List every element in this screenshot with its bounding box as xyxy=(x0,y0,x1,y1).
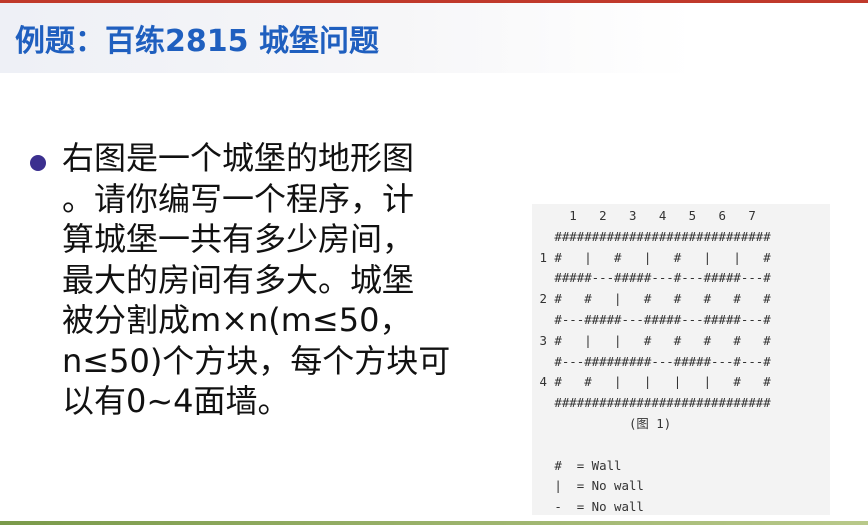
bottom-accent-rule xyxy=(0,521,868,525)
legend-no-wall-horizontal: - = No wall xyxy=(532,499,644,515)
slide-title: 例题：百练2815 城堡问题 xyxy=(15,24,379,59)
map-line-7: #---#########---#####---#---# xyxy=(532,353,771,369)
bullet-line-4: 最大的房间有多大。城堡 xyxy=(62,260,415,299)
map-column-numbers: 1 2 3 4 5 6 7 xyxy=(532,208,756,223)
castle-map-text: 1 2 3 4 5 6 7 ##########################… xyxy=(532,204,830,515)
map-line-6: 3 # | | # # # # # xyxy=(532,332,771,348)
title-bar: 例题：百练2815 城堡问题 xyxy=(0,3,868,73)
legend-wall: # = Wall xyxy=(532,457,622,473)
map-line-1: ############################# xyxy=(532,228,771,244)
bullet-line-2: 。请你编写一个程序，计 xyxy=(62,179,415,218)
map-line-2: 1 # | # | # | | # xyxy=(532,249,771,265)
bullet-line-3: 算城堡一共有多少房间， xyxy=(62,220,415,258)
map-line-9: ############################# xyxy=(532,395,771,411)
bullet-paragraph: 右图是一个城堡的地形图 。请你编写一个程序，计 算城堡一共有多少房间， 最大的房… xyxy=(62,138,532,422)
castle-map-figure: 1 2 3 4 5 6 7 ##########################… xyxy=(532,204,830,515)
bullet-line-6: n≤50)个方块，每个方块可 xyxy=(62,341,451,380)
map-line-8: 4 # # | | | | # # xyxy=(532,374,771,390)
figure-caption: (图 1) xyxy=(532,415,672,431)
bullet-line-5: 被分割成m×n(m≤50， xyxy=(62,301,412,339)
bullet-dot-icon xyxy=(30,155,46,171)
map-line-5: #---#####---#####---#####---# xyxy=(532,311,771,327)
bullet-line-7: 以有0~4面墙。 xyxy=(62,382,290,420)
map-line-3: #####---#####---#---#####---# xyxy=(532,270,771,286)
legend-no-wall-vertical: | = No wall xyxy=(532,478,644,494)
map-line-4: 2 # # | # # # # # xyxy=(532,291,771,307)
bullet-line-1: 右图是一个城堡的地形图 xyxy=(62,139,415,177)
